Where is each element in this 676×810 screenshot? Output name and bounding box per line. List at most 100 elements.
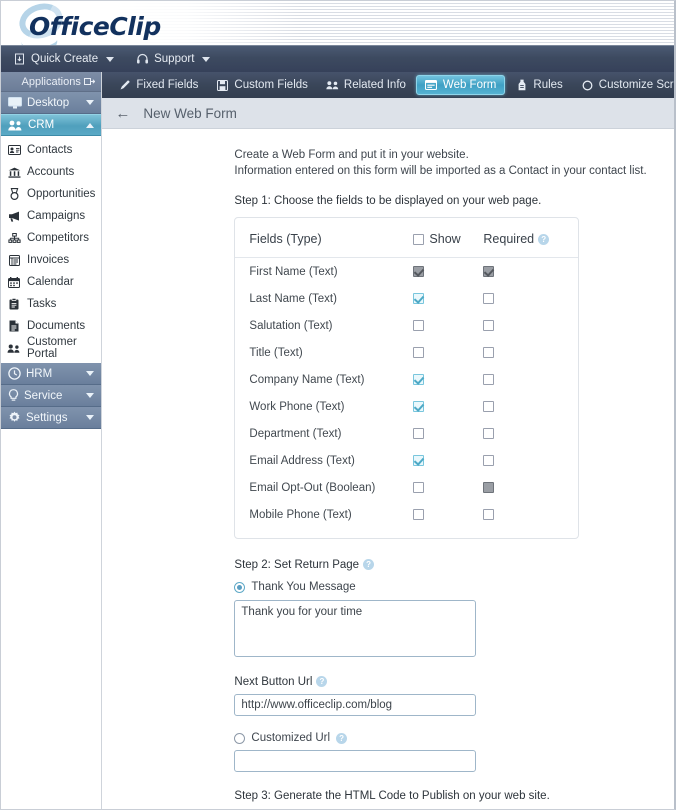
sidebar-item-competitors[interactable]: Competitors: [1, 227, 101, 249]
table-row: Salutation (Text): [235, 312, 578, 339]
thank-you-message-radio[interactable]: [234, 581, 246, 593]
clock-icon: [8, 367, 21, 380]
people-icon: [8, 120, 23, 131]
org-chart-icon: [7, 232, 21, 244]
tab-bar: Fixed Fields Custom Fields Related Info …: [102, 72, 674, 98]
table-row: Email Opt-Out (Boolean): [235, 474, 578, 501]
brand-banner: OfficeClip: [1, 1, 674, 45]
show-checkbox[interactable]: [413, 319, 425, 331]
required-checkbox[interactable]: [483, 454, 495, 466]
applications-header: Applications: [1, 72, 102, 92]
body-split: Applications Desktop CRM Contacts Accoun…: [1, 72, 674, 809]
sidebar-item-documents[interactable]: Documents: [1, 315, 101, 337]
sidebar-item-tasks[interactable]: Tasks: [1, 293, 101, 315]
tab-fixed-fields[interactable]: Fixed Fields: [110, 75, 206, 95]
next-button-url-label: Next Button Url: [234, 676, 313, 688]
required-checkbox[interactable]: [483, 346, 495, 358]
sidebar-group-desktop-label: Desktop: [27, 96, 70, 109]
thank-you-radio-row[interactable]: Thank You Message: [234, 581, 674, 593]
field-label: Work Phone (Text): [249, 400, 345, 413]
sidebar-group-crm[interactable]: CRM: [1, 114, 102, 136]
megaphone-icon: [7, 211, 21, 222]
table-row: Last Name (Text): [235, 285, 578, 312]
lightbulb-icon: [8, 389, 19, 402]
field-show-cell: [413, 258, 483, 286]
required-checkbox[interactable]: [483, 400, 495, 412]
field-required-cell: [483, 339, 578, 366]
sidebar-item-customer-portal[interactable]: Customer Portal: [1, 336, 101, 360]
tab-related-info[interactable]: Related Info: [318, 75, 414, 95]
customized-url-help-icon[interactable]: ?: [336, 732, 348, 744]
show-checkbox[interactable]: [413, 508, 425, 520]
sidebar-item-label: Competitors: [27, 232, 89, 244]
required-checkbox[interactable]: [483, 427, 495, 439]
sidebar-item-accounts[interactable]: Accounts: [1, 161, 101, 183]
show-checkbox[interactable]: [413, 427, 425, 439]
field-label: Email Address (Text): [249, 454, 355, 467]
sidebar-item-calendar[interactable]: Calendar: [1, 271, 101, 293]
field-show-cell: [413, 474, 483, 501]
next-button-url-help-icon[interactable]: ?: [316, 676, 328, 687]
customized-url-radio[interactable]: [234, 732, 246, 744]
show-checkbox[interactable]: [413, 481, 425, 493]
required-checkbox[interactable]: [483, 508, 495, 520]
header-show-label: Show: [429, 232, 461, 246]
step-1-label: Step 1: Choose the fields to be displaye…: [234, 195, 542, 207]
required-checkbox[interactable]: [483, 373, 495, 385]
table-row: First Name (Text): [235, 258, 578, 286]
fields-table-body: First Name (Text) Last Name (Text) Salutat…: [235, 258, 578, 529]
show-all-checkbox[interactable]: [413, 234, 425, 246]
tab-custom-fields[interactable]: Custom Fields: [208, 75, 316, 95]
tab-web-form[interactable]: Web Form: [415, 75, 506, 95]
back-arrow-icon[interactable]: ←: [112, 105, 133, 122]
thank-you-message-textarea[interactable]: [234, 600, 477, 657]
field-show-cell: [413, 501, 483, 528]
sidebar-item-campaigns[interactable]: Campaigns: [1, 205, 101, 227]
calendar-icon: [7, 276, 21, 288]
required-checkbox[interactable]: [483, 319, 495, 331]
sidebar-group-settings[interactable]: Settings: [1, 407, 102, 429]
tab-customize-screen[interactable]: Customize Screen: [573, 75, 674, 95]
sidebar-group-desktop[interactable]: Desktop: [1, 92, 102, 114]
tab-label: Customize Screen: [598, 79, 674, 91]
table-header-row: Fields (Type) Show Required?: [235, 218, 579, 258]
sidebar-item-contacts[interactable]: Contacts: [1, 139, 101, 161]
pin-icon[interactable]: [84, 77, 96, 86]
tab-rules[interactable]: Rules: [507, 75, 570, 95]
bank-icon: [7, 167, 21, 178]
required-checkbox[interactable]: [483, 292, 495, 304]
applications-label: Applications: [21, 75, 81, 88]
pencil-icon: [118, 79, 131, 92]
show-checkbox[interactable]: [413, 292, 425, 304]
customized-url-input[interactable]: [234, 750, 477, 772]
field-show-cell: [413, 393, 483, 420]
show-checkbox[interactable]: [413, 346, 425, 358]
header-required-label: Required: [483, 232, 535, 246]
table-row: Work Phone (Text): [235, 393, 578, 420]
sidebar-item-label: Contacts: [27, 144, 73, 156]
sidebar-item-invoices[interactable]: Invoices: [1, 249, 101, 271]
customized-url-radio-row[interactable]: Customized Url ?: [234, 732, 674, 744]
support-menu[interactable]: Support: [136, 53, 211, 66]
quick-create-icon: [13, 53, 26, 66]
sidebar-item-label: Opportunities: [27, 188, 96, 200]
sidebar-item-opportunities[interactable]: Opportunities: [1, 183, 101, 205]
return-page-help-icon[interactable]: ?: [363, 559, 375, 570]
show-checkbox[interactable]: [413, 373, 425, 385]
required-help-icon[interactable]: ?: [538, 234, 550, 245]
show-checkbox[interactable]: [413, 454, 425, 466]
sidebar-item-label: Accounts: [27, 166, 75, 178]
thank-you-message-label: Thank You Message: [251, 581, 356, 593]
next-button-url-input[interactable]: [234, 694, 477, 716]
rules-icon: [515, 79, 528, 92]
page-title: New Web Form: [143, 105, 237, 121]
field-required-cell: [483, 447, 578, 474]
officeclip-logo[interactable]: OfficeClip: [14, 1, 207, 44]
show-checkbox[interactable]: [413, 400, 425, 412]
chevron-down-icon: [106, 56, 115, 62]
field-required-cell: [483, 366, 578, 393]
step-2-label: Step 2: Set Return Page?: [234, 559, 674, 571]
quick-create-menu[interactable]: Quick Create: [13, 53, 115, 66]
sidebar-group-service[interactable]: Service: [1, 385, 102, 407]
sidebar-group-hrm[interactable]: HRM: [1, 363, 102, 385]
